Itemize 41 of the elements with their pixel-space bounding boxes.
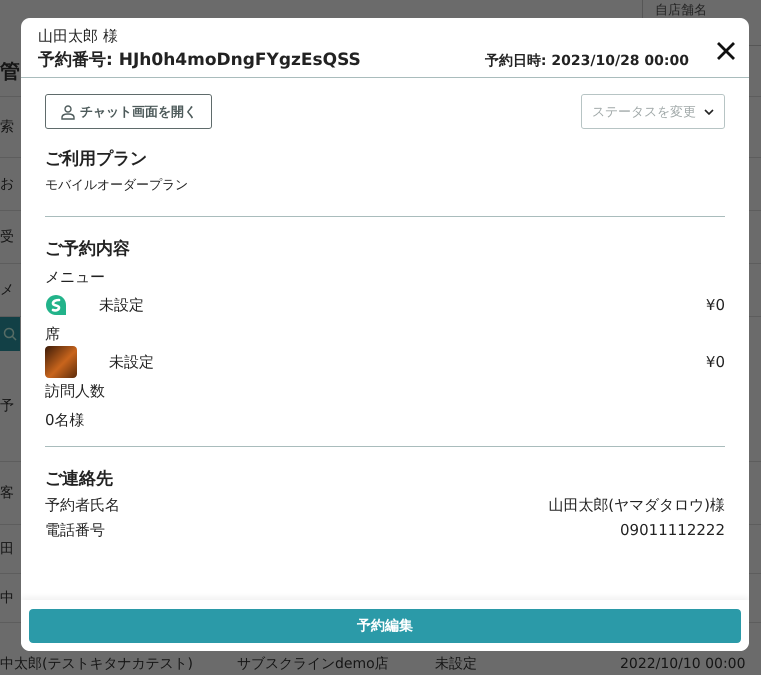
edit-button[interactable]: 予約編集: [29, 609, 741, 643]
item-price: ¥0: [706, 296, 725, 314]
field-label: 電話番号: [45, 521, 105, 540]
text: お: [0, 175, 15, 193]
person-icon: [60, 104, 76, 120]
text: 受: [0, 228, 15, 246]
text: 予: [0, 397, 15, 415]
customer-name: 山田太郎 様: [38, 27, 119, 46]
chat-button[interactable]: チャット画面を開く: [45, 94, 212, 129]
field-label: 予約者氏名: [45, 496, 120, 515]
section-title: ご利用プラン: [45, 148, 148, 170]
text: 索: [0, 118, 15, 136]
close-button[interactable]: [715, 40, 737, 62]
field-value: 山田太郎(ヤマダタロウ)様: [548, 496, 725, 515]
table-cell-text: 中太郎(テストキタナカテスト): [0, 655, 194, 673]
field-label: 席: [45, 325, 61, 344]
photo-placeholder: [45, 346, 77, 378]
chevron-down-icon: [704, 108, 714, 114]
table-cell-text: サブスクラインdemo店: [237, 655, 390, 673]
text: 客: [0, 484, 15, 502]
table-cell-text: 未設定: [435, 655, 478, 673]
field-value: 0名様: [45, 411, 86, 430]
section-title: ご連絡先: [45, 468, 114, 490]
status-dropdown[interactable]: ステータスを変更: [581, 94, 725, 129]
item-price: ¥0: [706, 353, 725, 371]
item-name: 未設定: [99, 296, 145, 314]
section-title: ご予約内容: [45, 238, 131, 260]
search-icon: [3, 327, 17, 341]
text: 中: [0, 589, 15, 607]
reservation-number: 予約番号: HJh0h4moDngFYgzEsQSS: [38, 49, 361, 71]
field-label: 訪問人数: [45, 382, 106, 401]
field-label: メニュー: [45, 268, 106, 287]
text: 田: [0, 540, 15, 558]
text: メ: [0, 281, 15, 299]
leaf-logo-icon: [45, 294, 67, 316]
field-value: 09011112222: [620, 521, 725, 540]
plan-name: モバイルオーダープラン: [45, 177, 189, 194]
table-cell-text: 2022/10/10 00:00: [620, 656, 746, 672]
reservation-datetime: 予約日時: 2023/10/28 00:00: [484, 52, 689, 70]
item-name: 未設定: [109, 352, 155, 372]
page-title: 管: [0, 58, 20, 84]
